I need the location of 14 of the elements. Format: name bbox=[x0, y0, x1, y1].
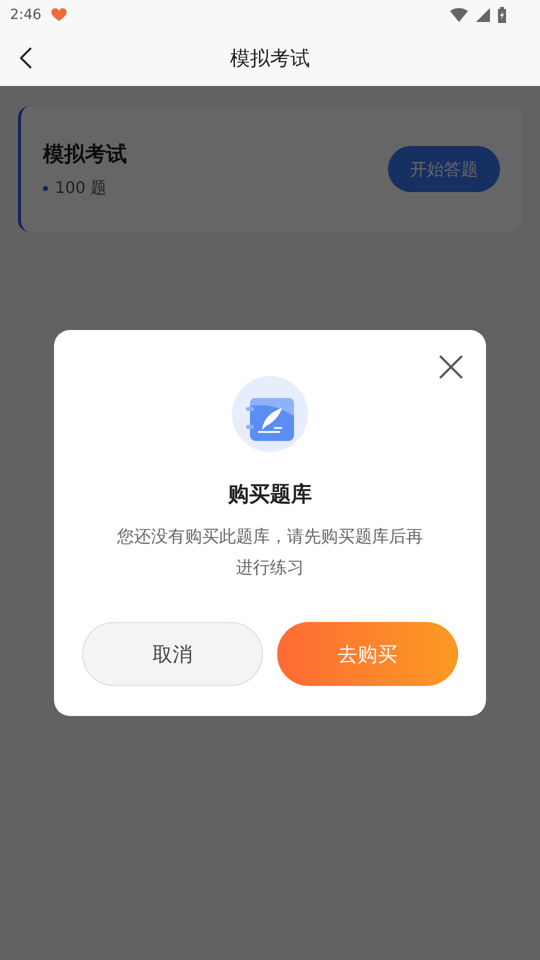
start-button[interactable]: 开始答题 bbox=[388, 146, 500, 192]
cancel-button[interactable]: 取消 bbox=[82, 622, 263, 686]
dialog-message: 您还没有购买此题库，请先购买题库后再进行练习 bbox=[116, 526, 424, 580]
exam-title: 模拟考试 bbox=[43, 140, 128, 168]
question-count: 100 题 bbox=[55, 178, 107, 198]
buy-button[interactable]: 去购买 bbox=[277, 622, 458, 686]
battery-icon bbox=[498, 7, 506, 23]
signal-icon bbox=[476, 8, 490, 22]
page-title: 模拟考试 bbox=[230, 44, 310, 72]
status-time: 2:46 bbox=[10, 7, 42, 23]
bullet-icon bbox=[43, 186, 48, 190]
notebook-quill-icon bbox=[232, 376, 308, 452]
wifi-icon bbox=[450, 8, 468, 22]
dialog-title: 购买题库 bbox=[228, 481, 312, 508]
